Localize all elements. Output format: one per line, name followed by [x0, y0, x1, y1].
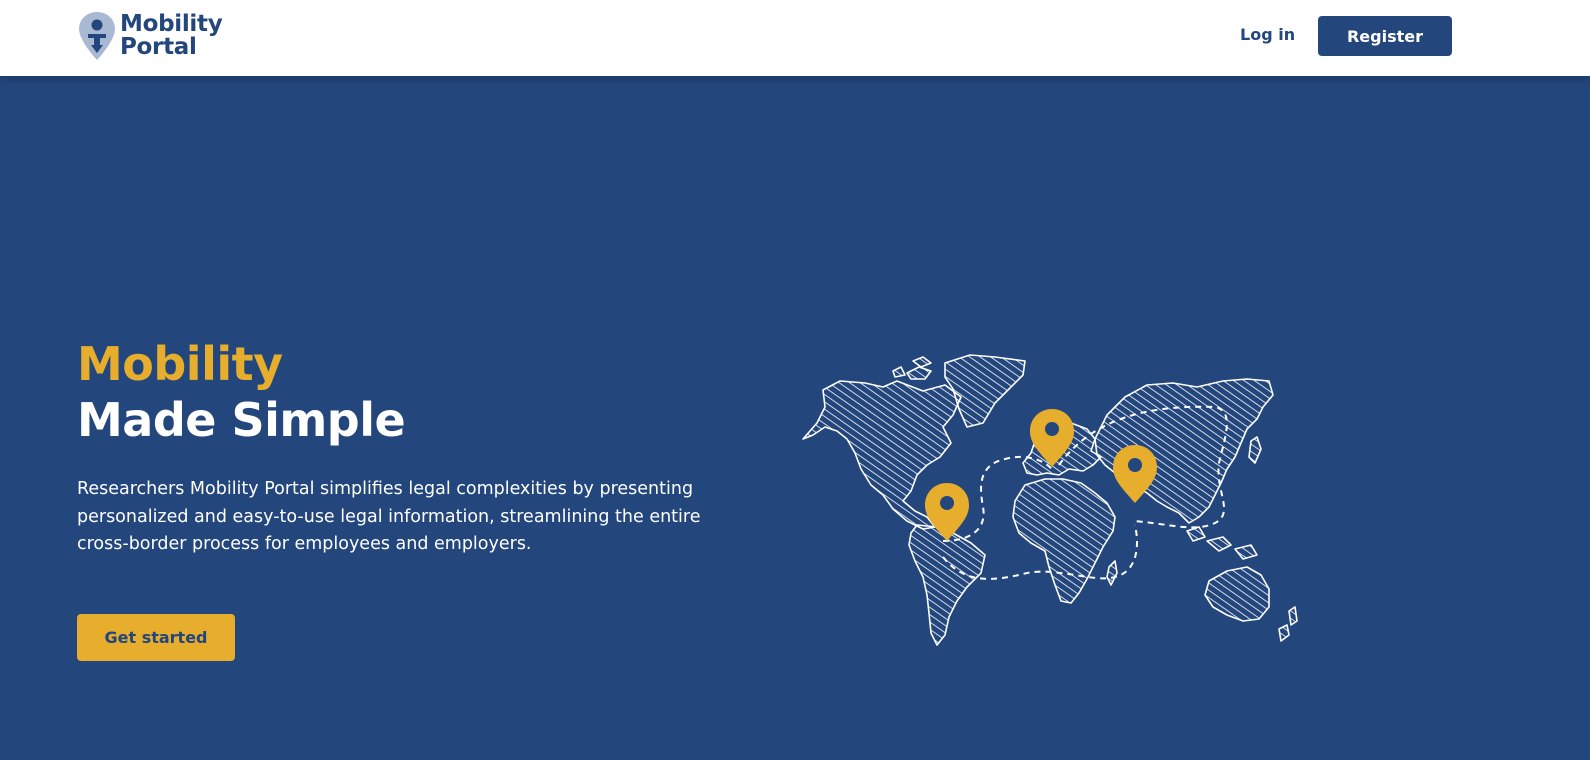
register-button[interactable]: Register	[1318, 16, 1452, 56]
logo-link[interactable]: Mobility Portal	[78, 11, 223, 61]
australia-shape	[1204, 566, 1270, 622]
hero-title: Mobility Made Simple	[77, 336, 406, 448]
hero-title-main: Made Simple	[77, 393, 406, 447]
login-link[interactable]: Log in	[1240, 25, 1295, 44]
japan-shape	[1248, 436, 1262, 464]
logo-line-1: Mobility	[120, 11, 223, 37]
logo-text: Mobility Portal	[120, 11, 223, 60]
southeast-asia-shape	[1186, 526, 1258, 560]
top-navbar: Mobility Portal Log in Register	[0, 0, 1590, 76]
get-started-button[interactable]: Get started	[77, 614, 235, 661]
person-pin-icon	[79, 12, 115, 60]
page: Mobility Portal Log in Register Mobility…	[0, 0, 1590, 760]
logo-line-2: Portal	[120, 34, 197, 60]
africa-shape	[1012, 478, 1116, 604]
arctic-islands-shape	[892, 356, 932, 380]
madagascar-shape	[1106, 560, 1118, 586]
hero-description: Researchers Mobility Portal simplifies l…	[77, 479, 701, 554]
continents	[802, 354, 1298, 646]
world-map-illustration	[802, 354, 1298, 646]
hero-title-accent: Mobility	[77, 337, 283, 391]
south-america-shape	[908, 524, 986, 646]
new-zealand-shape	[1278, 606, 1298, 642]
greenland-shape	[944, 354, 1026, 428]
